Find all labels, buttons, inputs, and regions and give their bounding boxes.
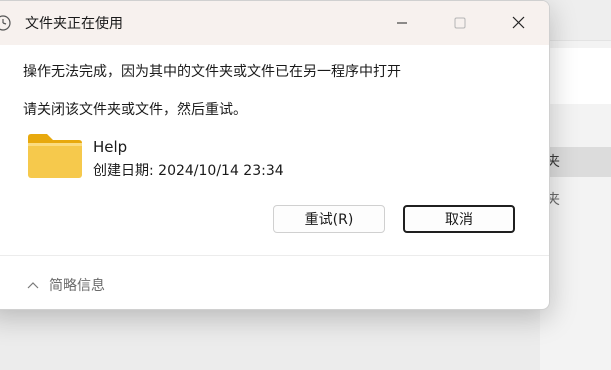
dialog-title: 文件夹正在使用 (25, 16, 123, 32)
instruction-message: 请关闭该文件夹或文件，然后重试。 (23, 102, 247, 118)
folder-in-use-dialog: 文件夹正在使用 操作无法完成，因为其中的文件夹或文件已在另一程序中打开 请关闭该… (0, 0, 550, 310)
minimize-button[interactable] (379, 1, 425, 45)
file-created-date: 创建日期: 2024/10/14 23:34 (93, 163, 284, 179)
title-bar: 文件夹正在使用 (0, 1, 549, 45)
minimize-icon (396, 14, 408, 33)
cancel-button[interactable]: 取消 (403, 205, 515, 233)
background-explorer-window: 夹 夹 (540, 0, 611, 370)
background-toolbar (540, 0, 611, 41)
background-list-item[interactable]: 夹 (540, 147, 611, 177)
folder-icon (27, 133, 83, 179)
maximize-icon (454, 14, 466, 33)
error-message: 操作无法完成，因为其中的文件夹或文件已在另一程序中打开 (23, 64, 401, 80)
retry-button[interactable]: 重试(R) (273, 205, 385, 233)
details-toggle-label: 简略信息 (49, 278, 105, 294)
details-toggle[interactable]: 简略信息 (27, 275, 105, 295)
background-panel (540, 48, 611, 104)
chevron-up-icon (27, 277, 39, 293)
close-icon (512, 14, 525, 33)
divider (0, 255, 549, 256)
background-list-item[interactable]: 夹 (540, 185, 611, 215)
close-button[interactable] (495, 1, 541, 45)
file-name: Help (93, 138, 128, 156)
maximize-button (437, 1, 483, 45)
clock-icon (0, 15, 11, 31)
